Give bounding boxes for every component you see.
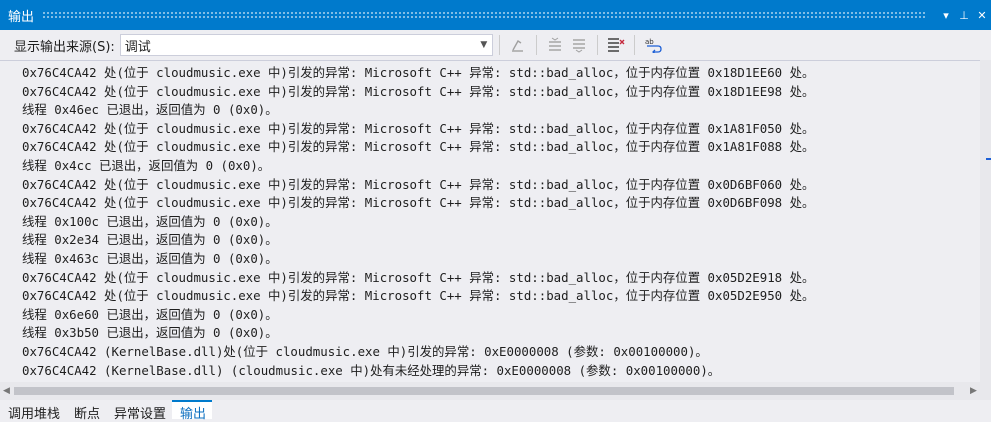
output-line: 0x76C4CA42 (KernelBase.dll)处(位于 cloudmus… <box>22 343 708 359</box>
output-line: 线程 0x6e60 已退出，返回值为 0 (0x0)。 <box>22 306 278 322</box>
output-line: 0x76C4CA42 处(位于 cloudmusic.exe 中)引发的异常: … <box>22 195 815 211</box>
toolbar-separator <box>633 35 635 55</box>
output-line: 0x76C4CA42 处(位于 cloudmusic.exe 中)引发的异常: … <box>22 288 815 304</box>
bottom-tab-strip: 调用堆栈 断点 异常设置 输出 <box>0 400 991 422</box>
horizontal-scrollbar[interactable]: ◀ ▶ <box>0 382 991 400</box>
vertical-scrollbar[interactable] <box>980 60 991 382</box>
source-select-value: 调试 <box>124 39 151 55</box>
window-title: 输出 <box>8 9 35 25</box>
window-menu-dropdown-icon[interactable]: ▾ <box>937 4 955 26</box>
toolbar-separator <box>535 35 537 55</box>
output-line: 0x76C4CA42 处(位于 cloudmusic.exe 中)引发的异常: … <box>22 269 815 285</box>
output-line: 0x76C4CA42 处(位于 cloudmusic.exe 中)引发的异常: … <box>22 120 815 136</box>
clear-icon[interactable] <box>604 34 628 56</box>
output-line: 0x76C4CA42 处(位于 cloudmusic.exe 中)引发的异常: … <box>22 176 815 192</box>
svg-text:ab: ab <box>645 38 654 46</box>
output-toolbar: 显示输出来源(S): 调试 ▼ ab <box>0 30 991 60</box>
output-line: 0x76C4CA42 处(位于 cloudmusic.exe 中)引发的异常: … <box>22 139 815 155</box>
source-select[interactable]: 调试 ▼ <box>119 34 493 56</box>
output-text[interactable]: 0x76C4CA42 处(位于 cloudmusic.exe 中)引发的异常: … <box>22 64 814 380</box>
output-line: 0x76C4CA42 处(位于 cloudmusic.exe 中)引发的异常: … <box>22 65 815 80</box>
scroll-marker <box>986 158 991 160</box>
clear-all-icon[interactable] <box>506 34 530 56</box>
output-line: 线程 0x463c 已退出，返回值为 0 (0x0)。 <box>22 250 278 266</box>
drag-grip[interactable] <box>42 11 927 19</box>
next-message-icon[interactable] <box>567 34 591 56</box>
output-line: 线程 0x46ec 已退出，返回值为 0 (0x0)。 <box>22 102 278 118</box>
scroll-left-icon[interactable]: ◀ <box>3 386 10 396</box>
tab-3[interactable]: 输出 <box>172 400 213 422</box>
close-icon[interactable]: ✕ <box>973 4 991 26</box>
previous-message-icon[interactable] <box>543 34 567 56</box>
scroll-right-icon[interactable]: ▶ <box>970 386 977 396</box>
title-bar: 输出 ▾ ⊥ ✕ <box>0 0 991 30</box>
output-line: 线程 0x2e34 已退出，返回值为 0 (0x0)。 <box>22 232 278 248</box>
output-line: 线程 0x100c 已退出，返回值为 0 (0x0)。 <box>22 213 278 229</box>
output-pane[interactable]: 0x76C4CA42 处(位于 cloudmusic.exe 中)引发的异常: … <box>0 60 980 382</box>
toolbar-separator <box>596 35 598 55</box>
output-line: 线程 0x4cc 已退出，返回值为 0 (0x0)。 <box>22 157 271 173</box>
chevron-down-icon[interactable]: ▼ <box>476 40 492 50</box>
word-wrap-icon[interactable]: ab <box>641 34 665 56</box>
output-line: 0x76C4CA42 处(位于 cloudmusic.exe 中)引发的异常: … <box>22 83 815 99</box>
tab-0[interactable]: 调用堆栈 <box>0 400 66 422</box>
output-line: 线程 0x3b50 已退出，返回值为 0 (0x0)。 <box>22 325 278 341</box>
tab-2[interactable]: 异常设置 <box>106 400 172 422</box>
source-label: 显示输出来源(S): <box>14 39 115 55</box>
horizontal-scroll-thumb[interactable] <box>14 387 954 395</box>
output-line: 0x76C4CA42 (KernelBase.dll) (cloudmusic.… <box>22 362 721 378</box>
tab-1[interactable]: 断点 <box>66 400 106 422</box>
pin-icon[interactable]: ⊥ <box>955 4 973 26</box>
toolbar-separator <box>498 35 500 55</box>
